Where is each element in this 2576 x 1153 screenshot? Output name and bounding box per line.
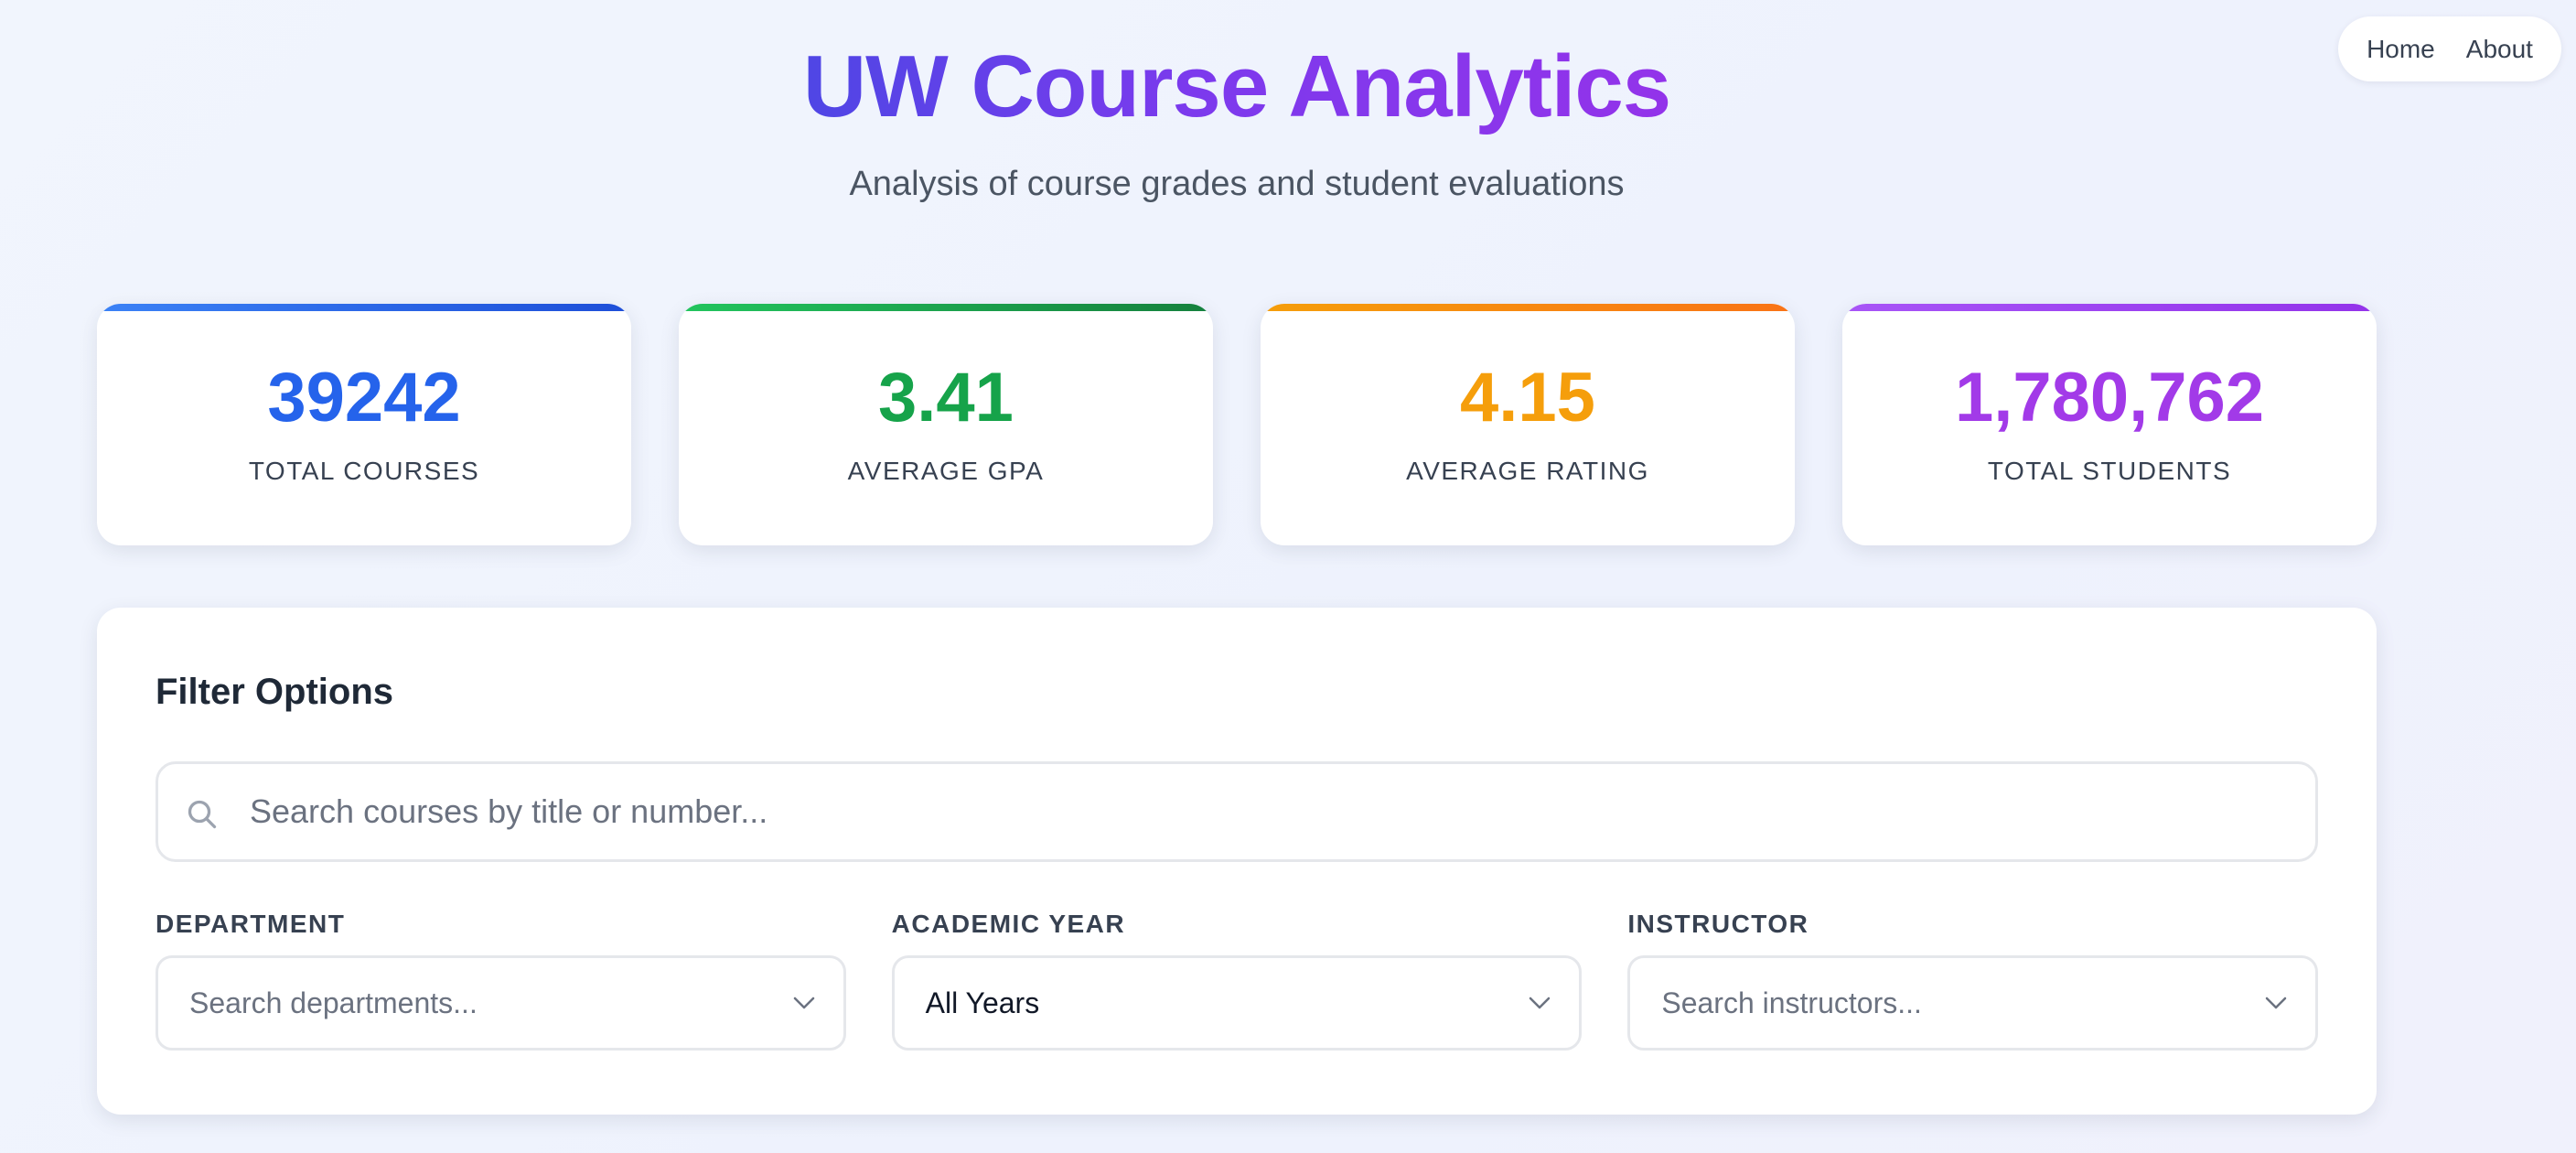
stat-label: AVERAGE RATING: [1406, 457, 1649, 485]
stat-value: 39242: [267, 359, 461, 436]
instructor-label: INSTRUCTOR: [1627, 910, 1809, 938]
filter-fields: DEPARTMENT Search departments... ACADEMI…: [156, 910, 2319, 1051]
search-icon: [188, 800, 217, 829]
stat-value: 3.41: [878, 359, 1014, 436]
page-title-text: UW Course Analytics: [802, 38, 1671, 135]
academic-year-field: ACADEMIC YEAR All Years: [891, 910, 1583, 1051]
stat-card-average-gpa: 3.41 AVERAGE GPA: [679, 304, 1213, 545]
chevron-down-icon: [1530, 997, 1551, 1009]
course-search-box[interactable]: [156, 761, 2318, 862]
stats-row: 39242 TOTAL COURSES 3.41 AVERAGE GPA 4.1…: [97, 304, 2377, 545]
department-field: DEPARTMENT Search departments...: [156, 910, 846, 1051]
stat-label: TOTAL COURSES: [248, 457, 480, 485]
chevron-down-icon: [793, 997, 814, 1009]
academic-year-label: ACADEMIC YEAR: [891, 910, 1126, 938]
instructor-placeholder: Search instructors...: [1661, 986, 1922, 1019]
department-select[interactable]: Search departments...: [156, 955, 846, 1051]
instructor-select[interactable]: Search instructors...: [1627, 955, 2319, 1051]
course-search-input[interactable]: [250, 792, 2262, 831]
stat-card-total-courses: 39242 TOTAL COURSES: [97, 304, 631, 545]
stat-card-total-students: 1,780,762 TOTAL STUDENTS: [1842, 304, 2377, 545]
stat-card-average-rating: 4.15 AVERAGE RATING: [1261, 304, 1795, 545]
department-label: DEPARTMENT: [156, 910, 346, 938]
stat-value: 1,780,762: [1954, 359, 2265, 436]
stat-label: AVERAGE GPA: [847, 457, 1045, 485]
stat-value: 4.15: [1460, 359, 1595, 436]
stat-label: TOTAL STUDENTS: [1987, 457, 2232, 485]
page: Home About UW Course Analytics Analysis …: [0, 0, 2576, 1153]
instructor-field: INSTRUCTOR Search instructors...: [1627, 910, 2319, 1051]
department-placeholder: Search departments...: [189, 986, 478, 1019]
page-title: UW Course Analytics: [0, 38, 2474, 135]
nav-about-link[interactable]: About: [2466, 35, 2533, 64]
chevron-down-icon: [2265, 997, 2287, 1009]
filter-panel: Filter Options DEPARTMENT Search departm…: [97, 608, 2377, 1115]
page-subtitle: Analysis of course grades and student ev…: [849, 165, 1625, 203]
academic-year-value: All Years: [925, 986, 1040, 1019]
filter-panel-title: Filter Options: [156, 672, 393, 712]
academic-year-select[interactable]: All Years: [891, 955, 1583, 1051]
